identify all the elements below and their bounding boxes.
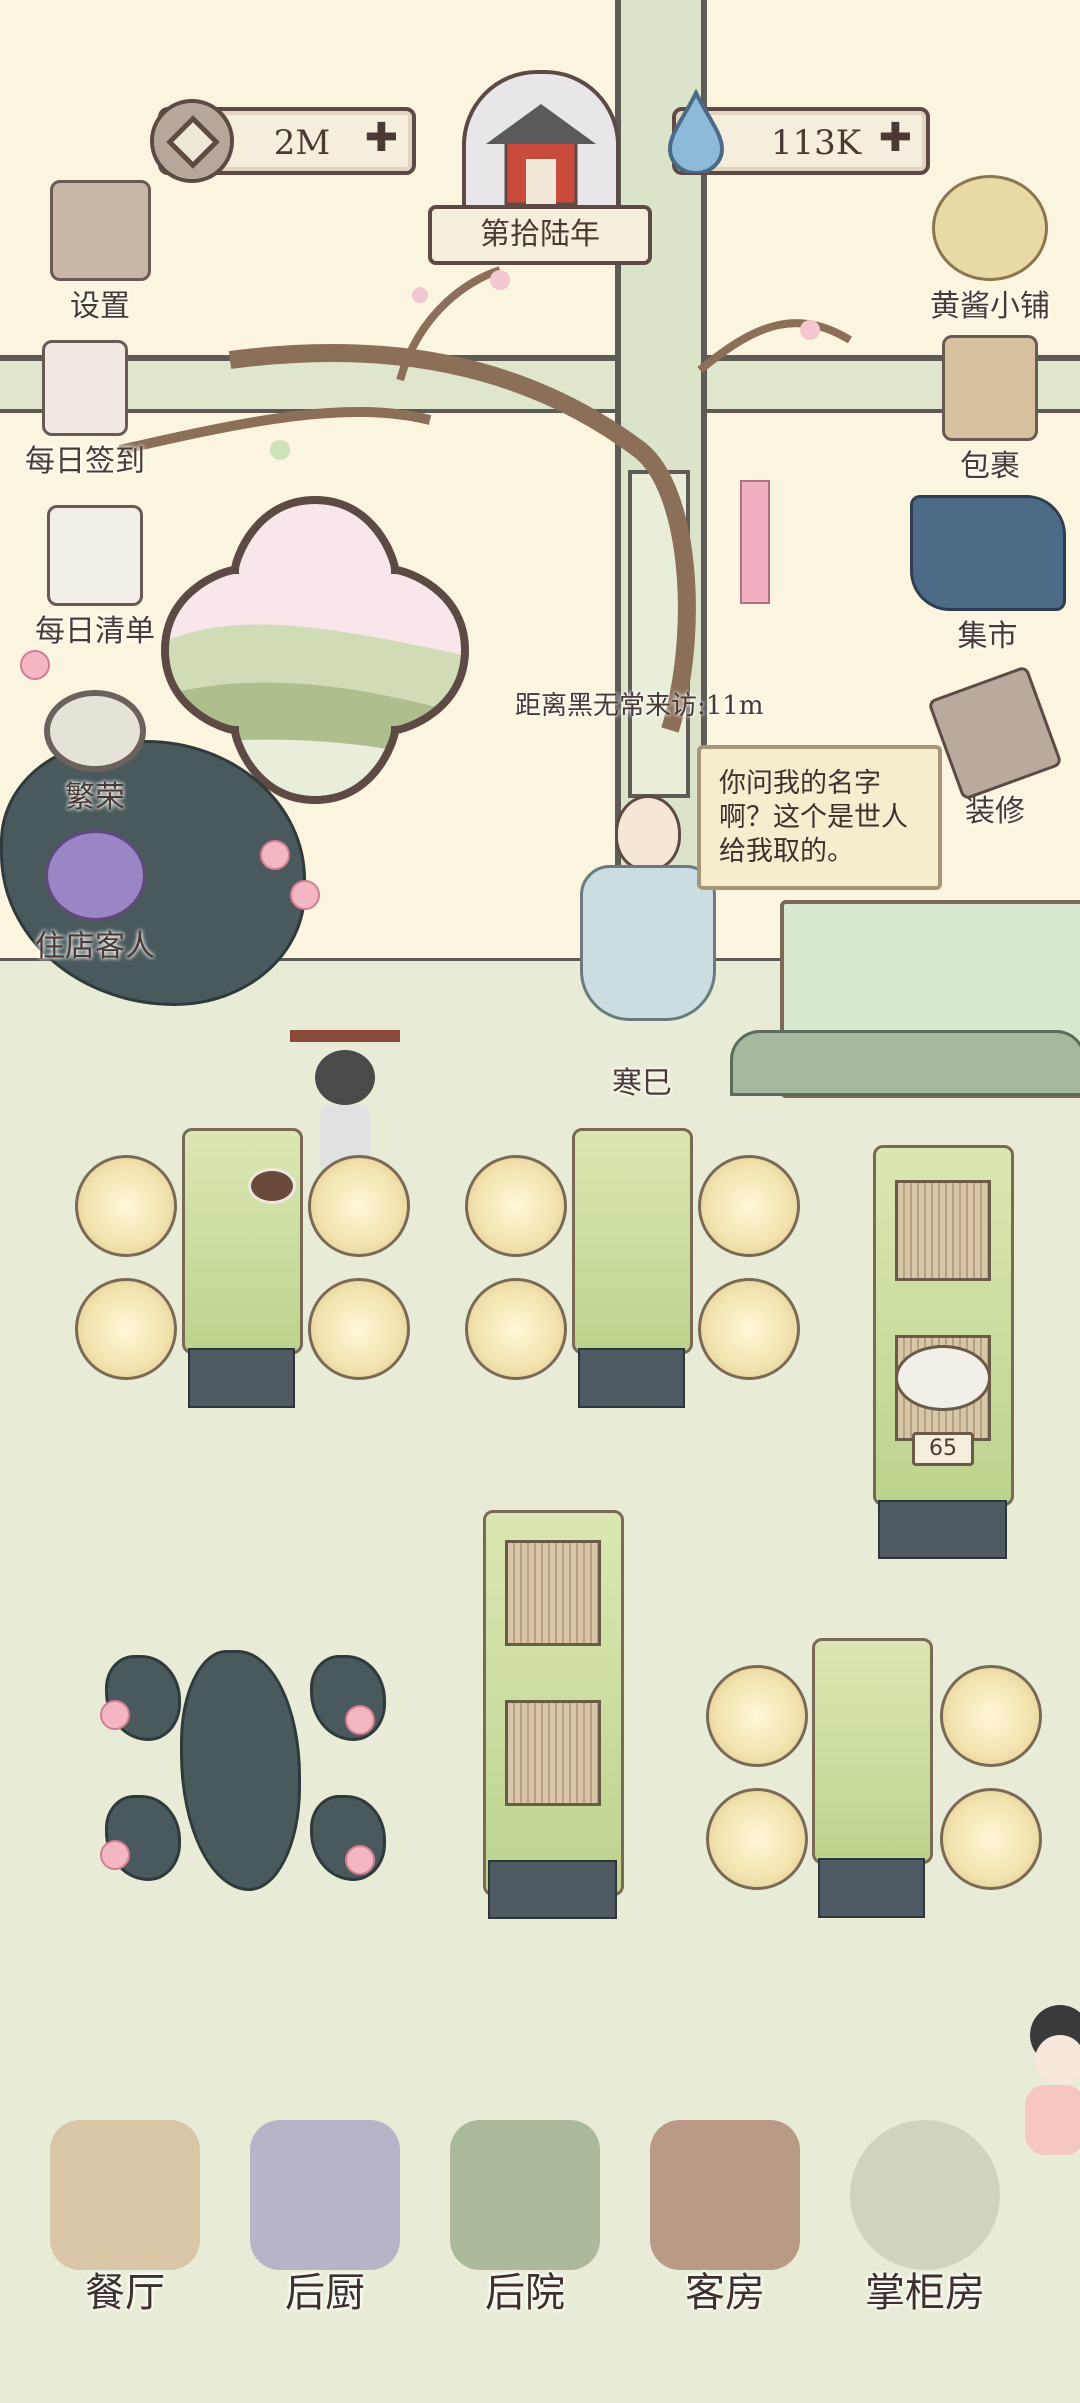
table-base: [488, 1860, 617, 1919]
daily-checkin-icon: [42, 340, 128, 436]
stool[interactable]: [706, 1665, 808, 1767]
prosperity-label: 繁荣: [65, 780, 125, 815]
stool[interactable]: [698, 1278, 800, 1380]
hotel-guests-label: 住店客人: [35, 929, 155, 964]
nav-kitchen[interactable]: 后厨: [245, 2120, 405, 2320]
stool[interactable]: [308, 1155, 410, 1257]
fish-dish-icon: [895, 1345, 991, 1411]
blossom: [290, 880, 320, 910]
market-icon: [909, 495, 1066, 611]
blossom: [20, 650, 50, 680]
peeking-customer[interactable]: [1020, 2005, 1080, 2155]
jade-counter[interactable]: 113K ✚: [667, 89, 930, 175]
stepping-stones: [730, 1030, 1080, 1096]
table-base: [188, 1348, 295, 1408]
waiter-tray: [290, 1030, 400, 1042]
decorate-label: 装修: [965, 794, 1025, 829]
dining-table-2[interactable]: [572, 1128, 693, 1354]
npc-name: 寒巳: [612, 1066, 672, 1101]
daily-checkin-label: 每日签到: [25, 444, 145, 479]
order-number: 65: [912, 1432, 974, 1466]
stool[interactable]: [706, 1788, 808, 1890]
table-base: [578, 1348, 685, 1408]
hotel-guests-icon: [44, 830, 146, 921]
stool[interactable]: [75, 1278, 177, 1380]
hotel-guests-button[interactable]: 住店客人: [15, 830, 175, 965]
coin-value: 2M: [273, 123, 331, 163]
shop-icon: [932, 175, 1048, 281]
table-base: [878, 1500, 1007, 1559]
year-label: 第拾陆年: [428, 205, 652, 265]
nav-backyard-label: 后院: [485, 2270, 565, 2316]
waiter-head: [315, 1050, 375, 1105]
blossom: [100, 1840, 130, 1870]
settings-box-icon: [49, 180, 151, 281]
blossom: [345, 1845, 375, 1875]
visitor-countdown: 距离黑无常来访:11m: [515, 691, 764, 721]
decorate-icon: [927, 665, 1063, 801]
nav-restaurant[interactable]: 餐厅: [45, 2120, 205, 2320]
water-drop-icon: [667, 89, 725, 173]
npc-dialog-text: 你问我的名字啊？这个是世人给我取的。: [719, 768, 908, 867]
restaurant-icon: [50, 2120, 200, 2270]
stool[interactable]: [465, 1278, 567, 1380]
customer-body: [1025, 2085, 1080, 2155]
blossom: [260, 840, 290, 870]
add-coins-button[interactable]: ✚: [364, 115, 398, 161]
hanging-charm: [740, 480, 770, 604]
year-emblem[interactable]: [462, 70, 620, 218]
customer-face: [1035, 2035, 1080, 2085]
nav-manager-room-label: 掌柜房: [865, 2270, 985, 2316]
bag-button[interactable]: 包裹: [930, 335, 1050, 485]
nav-restaurant-label: 餐厅: [85, 2270, 165, 2316]
shop-label: 黄酱小铺: [930, 289, 1050, 324]
bamboo-mat: [505, 1540, 601, 1646]
blossom: [345, 1705, 375, 1735]
nav-guestroom[interactable]: 客房: [645, 2120, 805, 2320]
stool[interactable]: [940, 1788, 1042, 1890]
bamboo-mat: [505, 1700, 601, 1806]
blossom: [100, 1700, 130, 1730]
stool[interactable]: [465, 1155, 567, 1257]
stool[interactable]: [308, 1278, 410, 1380]
settings-button[interactable]: 设置: [40, 180, 160, 325]
nav-manager-room[interactable]: 掌柜房: [845, 2120, 1005, 2320]
nav-guestroom-label: 客房: [685, 2270, 765, 2316]
bamboo-mat: [895, 1180, 991, 1281]
daily-checkin-button[interactable]: 每日签到: [5, 340, 165, 480]
npc-speech-bubble: 你问我的名字啊？这个是世人给我取的。: [697, 745, 942, 890]
market-label: 集市: [957, 619, 1018, 654]
nav-backyard[interactable]: 后院: [445, 2120, 605, 2320]
jade-value: 113K: [770, 123, 862, 163]
dish-icon: [248, 1168, 296, 1204]
prosperity-button[interactable]: 繁荣: [40, 690, 150, 816]
stool[interactable]: [698, 1155, 800, 1257]
dining-table-3[interactable]: [812, 1638, 933, 1864]
prosperity-icon: [44, 690, 146, 772]
bag-label: 包裹: [960, 449, 1020, 484]
coin-counter[interactable]: 2M ✚: [150, 99, 416, 183]
daily-list-icon: [47, 505, 143, 606]
npc-head: [615, 795, 681, 871]
coin-icon: [150, 99, 234, 183]
nav-kitchen-label: 后厨: [285, 2270, 365, 2316]
table-base: [818, 1858, 925, 1918]
bag-icon: [942, 335, 1038, 441]
stool[interactable]: [75, 1155, 177, 1257]
daily-list-label: 每日清单: [35, 614, 155, 649]
decorate-button[interactable]: 装修: [927, 665, 1063, 830]
manager-room-icon: [850, 2120, 1000, 2270]
kitchen-icon: [250, 2120, 400, 2270]
npc-robe: [580, 865, 716, 1021]
guestroom-icon: [650, 2120, 800, 2270]
add-jade-button[interactable]: ✚: [878, 115, 912, 161]
market-button[interactable]: 集市: [900, 495, 1075, 655]
stool[interactable]: [940, 1665, 1042, 1767]
daily-list-button[interactable]: 每日清单: [15, 505, 175, 650]
settings-label: 设置: [70, 289, 130, 324]
dining-table-1[interactable]: [182, 1128, 303, 1354]
pavilion-icon: [486, 104, 596, 206]
shop-button[interactable]: 黄酱小铺: [910, 175, 1070, 325]
backyard-icon: [450, 2120, 600, 2270]
